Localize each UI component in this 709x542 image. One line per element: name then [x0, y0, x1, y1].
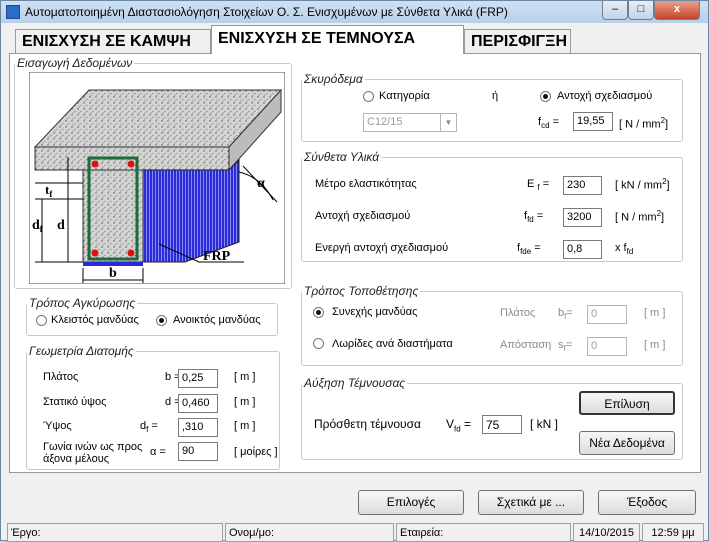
concrete-category-label: Κατηγορία [379, 90, 430, 102]
vfd-symbol: Vfd = [446, 417, 472, 434]
strip-spacing-label: Απόσταση [500, 339, 552, 351]
continuous-jacket-label: Συνεχής μανδύας [332, 306, 418, 318]
height-label: Ύψος [43, 420, 72, 432]
ffde-label: Ενεργή αντοχή σχεδιασμού [315, 242, 449, 254]
ef-input[interactable]: 230 [563, 176, 602, 195]
ef-symbol: E f = [527, 178, 550, 193]
fiber-angle-input[interactable]: 90 [178, 442, 218, 461]
beam-figure: tf df d b FRP α [29, 72, 285, 284]
fcd-input[interactable]: 19,55 [573, 112, 613, 131]
geometry-legend: Γεωμετρία Διατομής [29, 344, 134, 358]
sf-unit: [ m ] [644, 339, 666, 351]
ffd-unit: [ N / mm2] [615, 209, 665, 224]
tab-strip: ΕΝΙΣΧΥΣΗ ΣΕ ΚΑΜΨΗ ΕΝΙΣΧΥΣΗ ΣΕ ΤΕΜΝΟΥΣΑ Π… [9, 25, 701, 54]
concrete-group: Σκυρόδεμα [301, 72, 683, 142]
alpha-label: α [257, 176, 265, 191]
rebar-bottom-left [91, 249, 99, 257]
b-label: b [109, 266, 117, 281]
height-symbol: df = [140, 420, 158, 435]
strip-width-label: Πλάτος [500, 307, 536, 319]
d-label: d [57, 218, 65, 233]
chevron-down-icon[interactable]: ▼ [440, 114, 456, 131]
frp-jacket [142, 158, 240, 263]
maximize-button[interactable]: □ [628, 1, 654, 20]
additional-shear-label: Πρόσθετη τέμνουσα [314, 417, 421, 431]
design-strength-label: Αντοχή σχεδιασμού [557, 90, 653, 102]
bf-symbol: bf= [558, 307, 573, 322]
anchorage-legend: Τρόπος Αγκύρωσης [29, 296, 136, 310]
app-icon [6, 5, 20, 19]
title-bar: Αυτοματοποιημένη Διαστασιολόγηση Στοιχεί… [1, 1, 708, 23]
vfd-input[interactable]: 75 [482, 415, 522, 434]
ffde-symbol: ffde = [517, 242, 541, 257]
solve-button[interactable]: Επίλυση [579, 391, 675, 415]
window-title: Αυτοματοποιημένη Διαστασιολόγηση Στοιχεί… [25, 5, 508, 19]
fcd-unit: [ N / mm2] [619, 116, 669, 131]
radio-design-strength[interactable] [540, 91, 551, 102]
sf-input[interactable]: 0 [587, 337, 627, 356]
web-front [82, 169, 144, 263]
minimize-button[interactable]: – [602, 1, 628, 20]
fiber-angle-unit: [ μοίρες ] [234, 446, 278, 458]
width-unit: [ m ] [234, 371, 256, 383]
close-button[interactable]: x [654, 1, 700, 20]
width-input[interactable]: 0,25 [178, 369, 218, 388]
app-window: Αυτοματοποιημένη Διαστασιολόγηση Στοιχεί… [0, 0, 709, 542]
radio-closed-jacket[interactable] [36, 315, 47, 326]
status-date: 14/10/2015 [573, 523, 640, 542]
bf-unit: [ m ] [644, 307, 666, 319]
shear-increase-legend: Αύξηση Τέμνουσας [304, 376, 406, 390]
height-unit: [ m ] [234, 420, 256, 432]
ffd-symbol: ffd = [524, 210, 544, 225]
closed-jacket-label: Κλειστός μανδύας [51, 314, 139, 326]
width-label: Πλάτος [43, 371, 79, 383]
static-height-input[interactable]: 0,460 [178, 394, 218, 413]
fcd-symbol: fcd = [538, 116, 560, 131]
placement-legend: Τρόπος Τοποθέτησης [304, 284, 419, 298]
elastic-modulus-label: Μέτρο ελαστικότητας [315, 178, 417, 190]
fiber-angle-symbol: α = [150, 446, 166, 458]
height-input[interactable]: ,310 [178, 418, 218, 437]
tab-confinement[interactable]: ΠΕΡΙΣΦΙΓΞΗ [464, 29, 571, 53]
open-jacket-label: Ανοικτός μανδύας [173, 314, 261, 326]
new-data-button[interactable]: Νέα Δεδομένα [579, 431, 675, 455]
ffde-input[interactable]: 0,8 [563, 240, 602, 259]
radio-concrete-category[interactable] [363, 91, 374, 102]
bf-input[interactable]: 0 [587, 305, 627, 324]
status-name: Ονομ/μο: [225, 523, 394, 542]
radio-continuous-jacket[interactable] [313, 307, 324, 318]
concrete-legend: Σκυρόδεμα [304, 72, 363, 86]
exit-button[interactable]: Έξοδος [598, 490, 696, 515]
ffd-input[interactable]: 3200 [563, 208, 602, 227]
vfd-unit: [ kN ] [530, 417, 559, 431]
static-height-label: Στατικό ύψος [43, 396, 107, 408]
radio-strips[interactable] [313, 338, 324, 349]
static-height-unit: [ m ] [234, 396, 256, 408]
concrete-or-label: ή [492, 90, 499, 102]
composite-legend: Σύνθετα Υλικά [304, 150, 380, 164]
frp-label: FRP [203, 249, 231, 264]
strips-label: Λωρίδες ανά διαστήματα [332, 338, 453, 350]
fiber-angle-label: Γωνία ινών ως προς άξονα μέλους [43, 441, 143, 465]
tab-panel: Εισαγωγή Δεδομένων tf df d b FRP α Τρόπο… [9, 53, 701, 473]
ef-unit: [ kN / mm2] [615, 177, 670, 192]
status-company: Εταιρεία: [396, 523, 571, 542]
rebar-top-left [91, 160, 99, 168]
rebar-top-right [127, 160, 135, 168]
ffd-label: Αντοχή σχεδιασμού [315, 210, 411, 222]
tab-shear[interactable]: ΕΝΙΣΧΥΣΗ ΣΕ ΤΕΜΝΟΥΣΑ [211, 25, 464, 54]
ffde-unit: x ffd [615, 242, 634, 257]
radio-open-jacket[interactable] [156, 315, 167, 326]
status-time: 12:59 μμ [642, 523, 704, 542]
about-button[interactable]: Σχετικά με ... [478, 490, 584, 515]
rebar-bottom-right [127, 249, 135, 257]
input-data-legend: Εισαγωγή Δεδομένων [17, 56, 133, 70]
tab-bending[interactable]: ΕΝΙΣΧΥΣΗ ΣΕ ΚΑΜΨΗ [15, 29, 211, 53]
options-button[interactable]: Επιλογές [358, 490, 464, 515]
status-project: Έργο: [7, 523, 223, 542]
sf-symbol: sf= [558, 339, 573, 354]
